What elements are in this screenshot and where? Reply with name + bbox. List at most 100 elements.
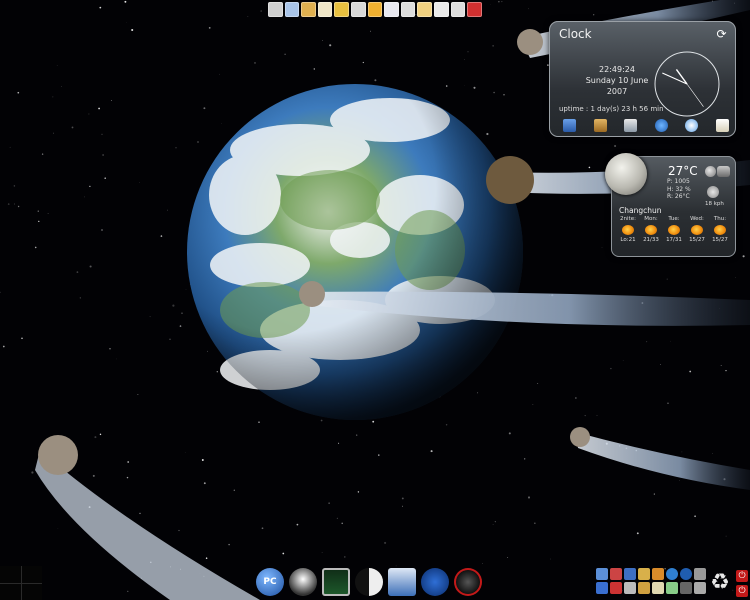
forecast-day: Thu: 15/27 [709,216,731,244]
star [341,522,343,525]
star [47,212,49,214]
star [57,528,59,529]
notes-icon[interactable] [715,119,729,132]
folder-icon[interactable] [301,2,316,17]
desktop-1[interactable] [0,566,21,583]
star [467,51,469,53]
speaker-icon[interactable] [694,568,706,580]
star [430,450,433,453]
uptime-label: uptime : 1 day(s) 23 h 56 min [559,105,664,113]
star [445,424,448,426]
clock-date: Sunday 10 June [585,76,649,85]
monitor-icon[interactable] [322,568,350,596]
star [37,210,39,212]
clock-icon[interactable] [367,2,383,17]
star [357,491,360,493]
clock-widget[interactable]: Clock ⟳ 22:49:24 Sunday 10 June 2007 upt… [549,21,736,137]
forecast-day: Mon: 21/33 [640,216,662,244]
key-icon[interactable] [638,582,650,594]
star [216,371,218,373]
shield-icon[interactable] [596,582,608,594]
star [101,133,103,135]
star [322,40,323,41]
clipboard-icon[interactable] [652,582,664,594]
terminal-icon[interactable] [450,2,466,17]
notes-icon[interactable] [384,2,399,17]
globe-icon[interactable] [654,119,668,132]
weather-widget[interactable]: 27°C P: 1005 H: 32 % R: 26°C 18 kph Chan… [605,153,736,257]
star [588,166,591,169]
star [178,529,180,532]
star [116,358,117,360]
star [98,107,101,110]
browser-icon[interactable] [666,568,678,580]
paint-icon[interactable] [334,2,350,17]
media-icon[interactable] [454,568,482,596]
battery-icon[interactable] [666,582,678,594]
star [89,185,91,187]
star [197,141,199,143]
red-app-icon[interactable] [467,2,482,17]
download-icon[interactable] [624,568,636,580]
globe-icon[interactable] [705,166,716,177]
chat-icon[interactable] [638,568,650,580]
star [219,73,221,75]
star [124,0,127,3]
forecast-row: 2nite: Lo:21 Mon: 21/33 Tue: 17/31 Wed: … [617,216,731,244]
calendar-icon[interactable] [417,2,433,17]
camera-icon[interactable] [680,582,692,594]
forecast-day-label: Thu: [713,216,727,222]
package-icon[interactable] [593,119,607,132]
star [99,433,102,436]
penguin-settings-icon[interactable] [268,2,283,17]
current-temperature: 27°C [668,164,698,178]
globe-icon[interactable] [680,568,692,580]
computer-icon[interactable] [563,119,576,132]
star [9,146,11,148]
star [167,209,168,211]
window-icon[interactable] [284,2,300,17]
pc-button[interactable]: PC [256,568,284,596]
mixer-icon[interactable] [610,568,622,580]
tools-icon[interactable] [421,568,449,596]
weather-details: P: 1005 H: 32 % R: 26°C [667,178,691,201]
logout-icon[interactable]: ⏻ [736,570,748,582]
forecast-temps: Lo:21 [620,237,636,243]
recycle-bin-icon[interactable]: ♻ [708,570,732,596]
star [247,16,249,17]
star [584,415,586,417]
mail-icon[interactable] [434,2,449,17]
desktop-2[interactable] [21,566,42,583]
desktop-4[interactable] [21,583,42,600]
star [537,383,539,384]
refresh-icon[interactable]: ⟳ [715,28,728,41]
star [528,8,529,10]
star [401,497,404,500]
speaker-icon[interactable] [351,2,366,17]
pressure: P: 1005 [667,178,690,185]
star [712,453,713,454]
forecast-day-label: Tue: [668,216,680,222]
settings-icon[interactable] [388,568,416,596]
drive-icon[interactable] [624,582,636,594]
desktop-3[interactable] [0,583,21,600]
star [41,153,44,155]
wind-compass-icon [707,186,719,198]
bag-icon[interactable] [652,568,664,580]
update-icon[interactable] [610,582,622,594]
star [254,62,256,64]
drive-icon[interactable] [624,119,638,132]
document-icon[interactable] [317,2,333,17]
power-icon[interactable]: ⏻ [736,585,748,597]
humidity: H: 32 % [667,185,691,193]
star [110,99,112,101]
printer-icon[interactable] [694,582,706,594]
network-icon[interactable] [596,568,608,580]
list-icon[interactable] [400,2,416,17]
yin-yang-icon[interactable] [355,568,383,596]
star [384,541,387,544]
clock-icon[interactable] [685,119,699,132]
penguin-icon[interactable] [289,568,317,596]
clock-widget-launchers [563,119,729,133]
star [694,515,696,518]
